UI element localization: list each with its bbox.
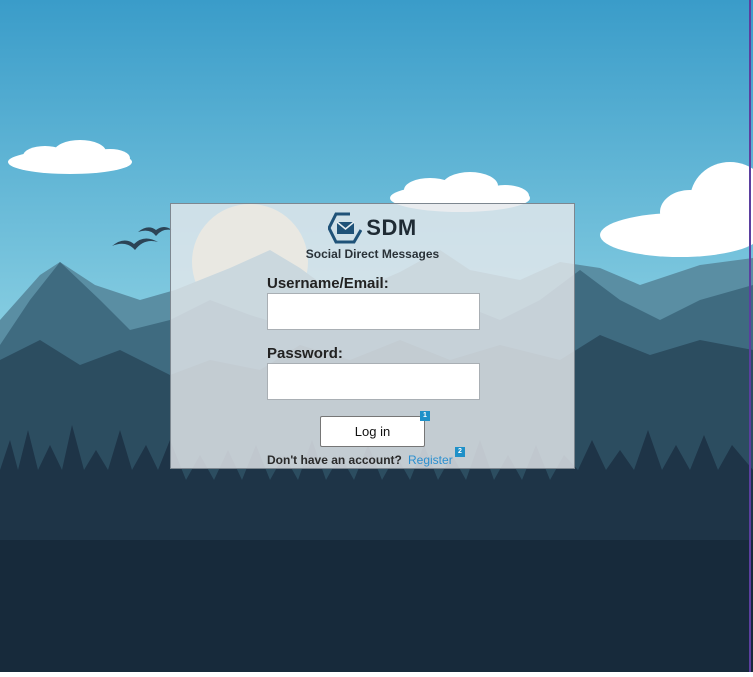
login-button[interactable]: Log in: [320, 416, 425, 447]
password-label: Password:: [267, 345, 343, 362]
username-input[interactable]: [267, 293, 480, 330]
envelope-hexagon-icon: [328, 211, 363, 245]
brand-name: SDM: [366, 215, 417, 240]
no-account-text: Don't have an account?: [267, 453, 402, 467]
brand-header: SDM Social Direct Messages: [171, 210, 574, 261]
login-button-index-badge: 1: [420, 411, 430, 421]
password-input[interactable]: [267, 363, 480, 400]
window-edge-border: [749, 0, 751, 672]
login-card: SDM Social Direct Messages Username/Emai…: [170, 203, 575, 469]
username-label: Username/Email:: [267, 275, 389, 292]
brand-tagline: Social Direct Messages: [305, 247, 440, 261]
register-link[interactable]: Register: [408, 453, 453, 467]
register-link-index-badge: 2: [455, 447, 465, 457]
